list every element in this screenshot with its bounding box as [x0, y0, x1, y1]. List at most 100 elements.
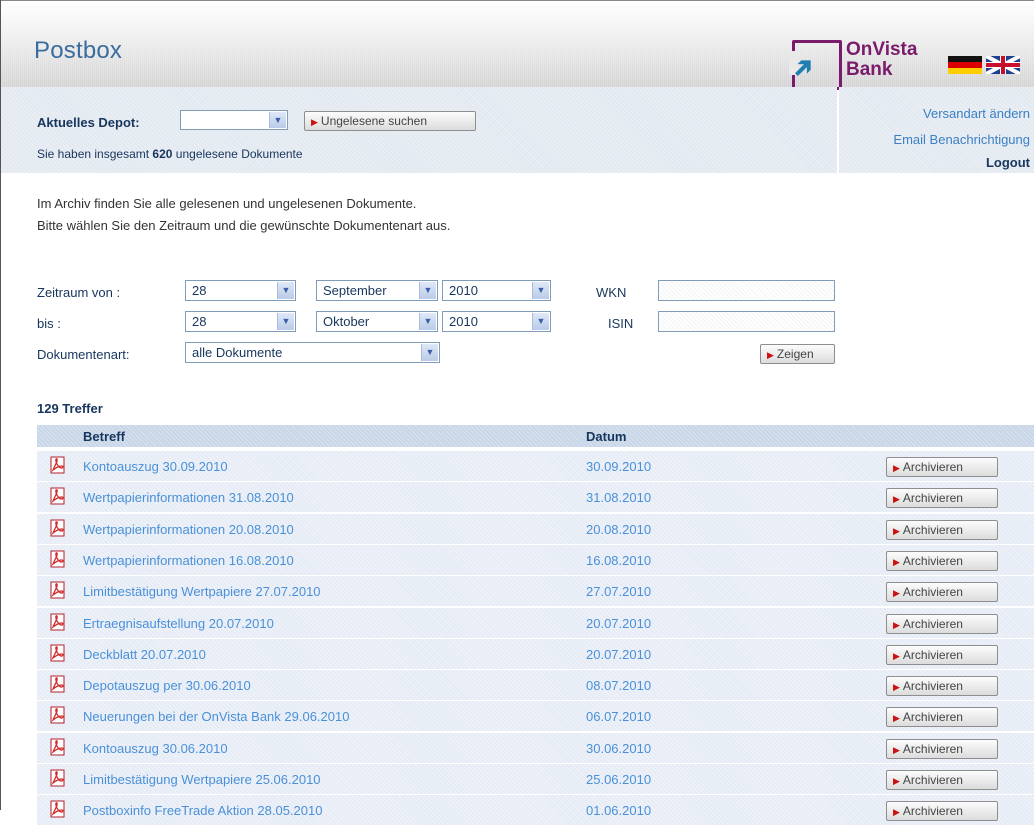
document-link[interactable]: Deckblatt 20.07.2010 [83, 647, 206, 662]
archive-button[interactable]: ▶ Archivieren [886, 770, 998, 790]
archive-button[interactable]: ▶ Archivieren [886, 739, 998, 759]
from-year-select[interactable]: 2010 ▼ [442, 280, 551, 301]
chevron-down-icon[interactable]: ▼ [421, 344, 438, 361]
onvista-bank-logo: ➔ OnVista Bank [785, 38, 948, 90]
logo-text: OnVista Bank [846, 40, 917, 80]
archive-button[interactable]: ▶ Archivieren [886, 676, 998, 696]
archive-button[interactable]: ▶ Archivieren [886, 551, 998, 571]
wkn-input[interactable] [658, 280, 835, 301]
to-year-select[interactable]: 2010 ▼ [442, 311, 551, 332]
table-row: Limitbestätigung Wertpapiere 25.06.2010 2… [37, 764, 1034, 795]
chevron-down-icon[interactable]: ▼ [269, 112, 286, 128]
play-icon: ▶ [893, 588, 900, 598]
archive-button[interactable]: ▶ Archivieren [886, 801, 998, 821]
chevron-down-icon[interactable]: ▼ [532, 282, 549, 299]
from-month-value: September [323, 283, 387, 298]
unread-info: Sie haben insgesamt 620 ungelesene Dokum… [37, 147, 303, 161]
archive-button[interactable]: ▶ Archivieren [886, 645, 998, 665]
pdf-icon[interactable] [49, 613, 67, 631]
depot-select[interactable]: ▼ [180, 110, 288, 130]
pdf-icon[interactable] [49, 644, 67, 662]
from-day-value: 28 [192, 283, 207, 298]
from-day-select[interactable]: 28 ▼ [185, 280, 296, 301]
document-link[interactable]: Postboxinfo FreeTrade Aktion 28.05.2010 [83, 803, 322, 818]
logo-text-line1: OnVista [846, 39, 918, 60]
archive-button-label: Archivieren [902, 742, 963, 756]
document-link[interactable]: Wertpapierinformationen 20.08.2010 [83, 522, 294, 537]
play-icon: ▶ [893, 807, 900, 817]
chevron-down-icon[interactable]: ▼ [419, 282, 436, 299]
pdf-icon[interactable] [49, 738, 67, 756]
column-header-date[interactable]: Datum [586, 429, 626, 444]
document-link[interactable]: Wertpapierinformationen 16.08.2010 [83, 553, 294, 568]
pdf-icon[interactable] [49, 769, 67, 787]
to-year-value: 2010 [449, 314, 478, 329]
archive-button[interactable]: ▶ Archivieren [886, 520, 998, 540]
to-day-select[interactable]: 28 ▼ [185, 311, 296, 332]
table-row: Depotauszug per 30.06.2010 08.07.2010 ▶ Arc… [37, 670, 1034, 701]
document-link[interactable]: Limitbestätigung Wertpapiere 27.07.2010 [83, 584, 321, 599]
pdf-icon[interactable] [49, 487, 67, 505]
document-type-select[interactable]: alle Dokumente ▼ [185, 342, 440, 363]
table-row: Wertpapierinformationen 31.08.2010 31.08.… [37, 482, 1034, 513]
document-link[interactable]: Depotauszug per 30.06.2010 [83, 678, 251, 693]
document-link[interactable]: Limitbestätigung Wertpapiere 25.06.2010 [83, 772, 321, 787]
hit-count: 129 Treffer [37, 401, 103, 416]
document-link[interactable]: Neuerungen bei der OnVista Bank 29.06.20… [83, 709, 349, 724]
pdf-icon[interactable] [49, 519, 67, 537]
from-year-value: 2010 [449, 283, 478, 298]
email-notification-link[interactable]: Email Benachrichtigung [893, 132, 1030, 147]
chevron-down-icon[interactable]: ▼ [277, 282, 294, 299]
change-shipping-link[interactable]: Versandart ändern [923, 106, 1030, 121]
chevron-down-icon[interactable]: ▼ [277, 313, 294, 330]
chevron-down-icon[interactable]: ▼ [532, 313, 549, 330]
pdf-icon[interactable] [49, 800, 67, 818]
document-link[interactable]: Ertraegnisaufstellung 20.07.2010 [83, 616, 274, 631]
date-from-label: Zeitraum von : [37, 285, 121, 300]
table-row: Deckblatt 20.07.2010 20.07.2010 ▶ Archivier… [37, 639, 1034, 670]
pdf-icon[interactable] [49, 456, 67, 474]
table-row: Kontoauszug 30.09.2010 30.09.2010 ▶ Archivi… [37, 451, 1034, 482]
table-row: Postboxinfo FreeTrade Aktion 28.05.2010 0… [37, 795, 1034, 826]
table-row: Neuerungen bei der OnVista Bank 29.06.20… [37, 701, 1034, 732]
document-date: 20.07.2010 [586, 647, 652, 662]
pdf-icon[interactable] [49, 675, 67, 693]
play-icon: ▶ [893, 620, 900, 630]
pdf-icon[interactable] [49, 706, 67, 724]
logout-link[interactable]: Logout [986, 155, 1030, 170]
show-button[interactable]: ▶ Zeigen [760, 344, 835, 364]
to-month-value: Oktober [323, 314, 370, 329]
intro-line-2: Bitte wählen Sie den Zeitraum und die ge… [37, 218, 451, 233]
uk-flag-icon[interactable] [986, 56, 1020, 74]
archive-button-label: Archivieren [902, 773, 963, 787]
archive-button[interactable]: ▶ Archivieren [886, 707, 998, 727]
archive-button[interactable]: ▶ Archivieren [886, 488, 998, 508]
wkn-label: WKN [596, 285, 627, 300]
document-link[interactable]: Wertpapierinformationen 31.08.2010 [83, 490, 294, 505]
search-unread-button[interactable]: ▶ Ungelesene suchen [304, 111, 476, 131]
isin-label: ISIN [608, 316, 634, 331]
archive-button[interactable]: ▶ Archivieren [886, 614, 998, 634]
chevron-down-icon[interactable]: ▼ [419, 313, 436, 330]
archive-button[interactable]: ▶ Archivieren [886, 457, 998, 477]
document-link[interactable]: Kontoauszug 30.09.2010 [83, 459, 228, 474]
document-type-value: alle Dokumente [192, 345, 283, 360]
document-date: 20.08.2010 [586, 522, 652, 537]
table-row: Wertpapierinformationen 16.08.2010 16.08.… [37, 545, 1034, 576]
document-date: 27.07.2010 [586, 584, 652, 599]
document-type-label: Dokumentenart: [37, 347, 130, 362]
from-month-select[interactable]: September ▼ [316, 280, 438, 301]
document-link[interactable]: Kontoauszug 30.06.2010 [83, 741, 228, 756]
column-header-subject[interactable]: Betreff [83, 429, 125, 444]
isin-input[interactable] [658, 311, 835, 332]
german-flag-icon[interactable] [948, 56, 982, 74]
play-icon: ▶ [893, 651, 900, 661]
pdf-icon[interactable] [49, 581, 67, 599]
document-date: 31.08.2010 [586, 490, 652, 505]
archive-button-label: Archivieren [902, 804, 963, 818]
depot-label: Aktuelles Depot: [37, 115, 140, 130]
to-month-select[interactable]: Oktober ▼ [316, 311, 438, 332]
pdf-icon[interactable] [49, 550, 67, 568]
play-icon: ▶ [893, 776, 900, 786]
archive-button[interactable]: ▶ Archivieren [886, 582, 998, 602]
